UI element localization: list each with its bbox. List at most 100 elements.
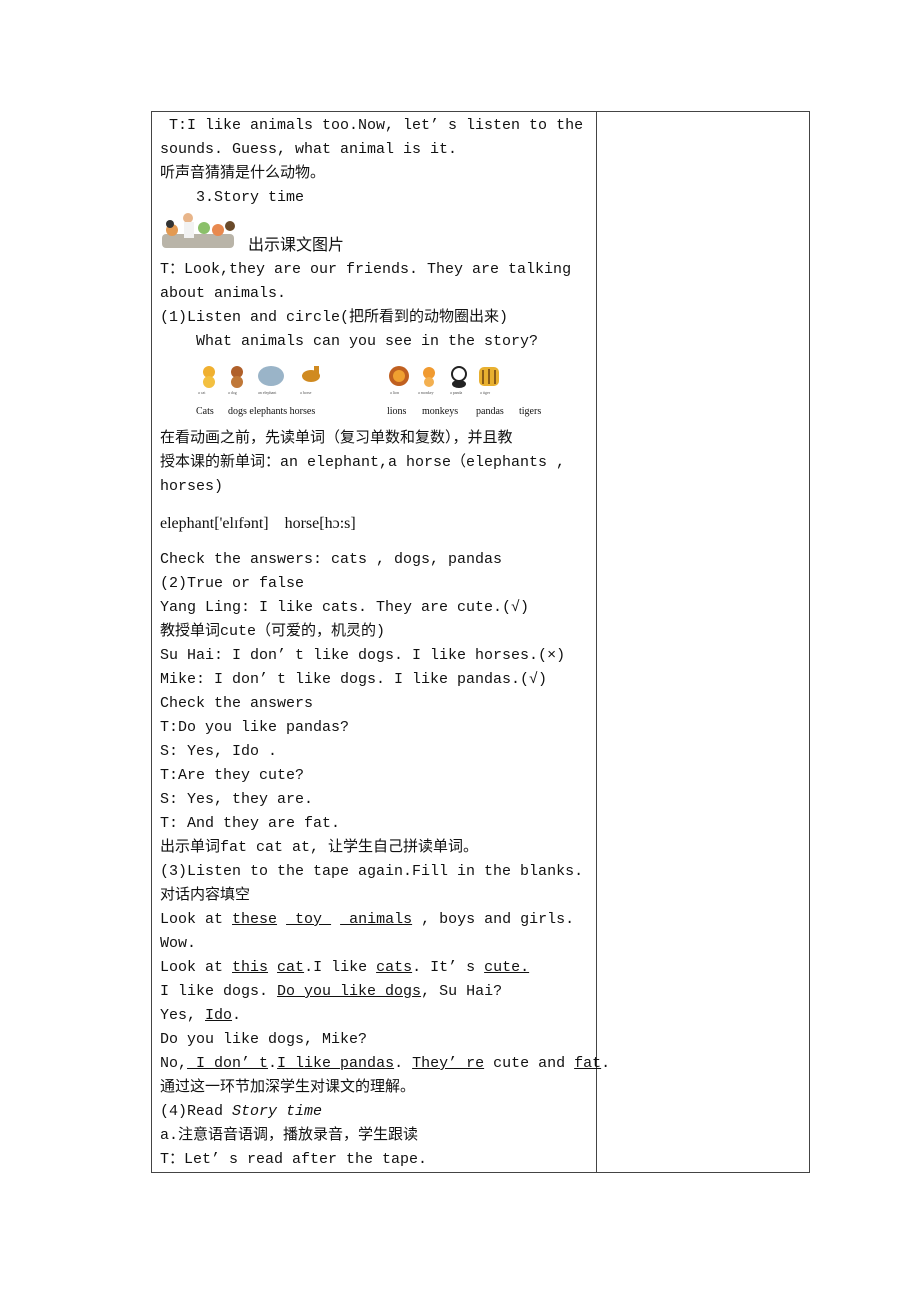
text-line: T：Look,they are our friends. They are ta… <box>160 258 592 282</box>
animal-label: pandas <box>476 406 504 417</box>
text-line: I like dogs. Do you like dogs, Su Hai? <box>160 980 592 1004</box>
text-segment: T：Let’ s read after the tape. <box>160 1151 428 1168</box>
story-picture-row: 出示课文图片 <box>160 210 592 258</box>
text-segment: Check the answers: cats , dogs, pandas <box>160 551 503 568</box>
text-segment: T: And they are fat. <box>160 815 341 832</box>
column-divider <box>596 112 597 1172</box>
text-line: 教授单词cute（可爱的，机灵的) <box>160 620 592 644</box>
text-segment: T:Are they cute? <box>160 767 305 784</box>
filled-blank: Do you like dogs <box>277 983 422 1000</box>
text-segment: (4)Read <box>160 1103 233 1120</box>
filled-blank: cat <box>277 959 305 976</box>
filled-blank: cats <box>376 959 413 976</box>
text-segment: 教授单词cute（可爱的，机灵的) <box>160 623 386 640</box>
lesson-content-cell: T:I like animals too.Now, let’ s listen … <box>160 114 610 1172</box>
text-line: S: Yes, Ido . <box>160 740 592 764</box>
text-segment: T：Look,they are our friends. They are ta… <box>160 261 572 278</box>
animal-caption: a tiger <box>480 390 491 395</box>
cat-icon <box>203 366 215 388</box>
text-line: a.注意语音语调，播放录音，学生跟读 <box>160 1124 592 1148</box>
text-segment: (1)Listen and circle(把所看到的动物圈出来) <box>160 309 509 326</box>
text-line: No, I don’ t.I like pandas. They’ re cut… <box>160 1052 610 1076</box>
text-segment: . <box>394 1055 413 1072</box>
text-line: 授本课的新单词：an elephant,a horse（elephants , <box>160 451 592 475</box>
text-line: T:I like animals too.Now, let’ s listen … <box>160 114 592 138</box>
text-segment: T:I like animals too.Now, let’ s listen … <box>160 117 584 134</box>
text-segment: 3.Story time <box>160 189 305 206</box>
text-line: 在看动画之前，先读单词（复习单数和复数），并且教 <box>160 427 592 451</box>
text-segment: 在看动画之前，先读单词（复习单数和复数），并且教 <box>160 430 513 447</box>
text-line: What animals can you see in the story? <box>160 330 592 354</box>
text-line: (1)Listen and circle(把所看到的动物圈出来) <box>160 306 592 330</box>
text-segment: 听声音猜猜是什么动物。 <box>160 165 326 182</box>
animal-caption: a cat <box>198 390 206 395</box>
text-segment: Mike: I don’ t like dogs. I like pandas.… <box>160 671 548 688</box>
text-segment: . It’ s <box>412 959 485 976</box>
animal-caption: a horse <box>300 390 312 395</box>
text-segment: , boys and girls. <box>412 911 575 928</box>
text-segment: Do you like dogs, Mike? <box>160 1031 368 1048</box>
text-segment: , Su Hai? <box>421 983 503 1000</box>
text-segment: (3)Listen to the tape again.Fill in the … <box>160 863 584 880</box>
text-segment: . <box>268 1055 278 1072</box>
text-line: Do you like dogs, Mike? <box>160 1028 592 1052</box>
animal-caption: a dog <box>228 390 237 395</box>
text-line: Yes, Ido. <box>160 1004 592 1028</box>
text-segment: Yang Ling: I like cats. They are cute.(√… <box>160 599 530 616</box>
filled-blank: toy <box>286 911 332 928</box>
horse-icon <box>302 366 320 382</box>
text-segment: No, <box>160 1055 188 1072</box>
text-segment: I like dogs. <box>160 983 278 1000</box>
filled-blank: I don’ t <box>187 1055 269 1072</box>
text-segment: 授本课的新单词：an elephant,a horse（elephants , <box>160 454 566 471</box>
text-line: Wow. <box>160 932 592 956</box>
lesson-table: T:I like animals too.Now, let’ s listen … <box>151 111 810 1173</box>
text-line: about animals. <box>160 282 592 306</box>
text-segment: a.注意语音语调，播放录音，学生跟读 <box>160 1127 419 1144</box>
text-segment: S: Yes, Ido . <box>160 743 278 760</box>
text-segment: Story time <box>232 1103 323 1120</box>
phonetics-line: elephant['elɪfənt] horse[hɔ:s] <box>160 515 356 532</box>
text-line: (4)Read Story time <box>160 1100 592 1124</box>
text-segment: about animals. <box>160 285 287 302</box>
text-line: Yang Ling: I like cats. They are cute.(√… <box>160 596 592 620</box>
filled-blank: cute. <box>484 959 530 976</box>
text-line: Check the answers: cats , dogs, pandas <box>160 548 592 572</box>
activity-lines: Check the answers: cats , dogs, pandas (2… <box>160 548 610 1172</box>
text-segment: Look at <box>160 959 233 976</box>
animal-label: monkeys <box>422 406 459 417</box>
animals-picture-row: a cat a dog an elephant a horse a lion a… <box>160 354 592 427</box>
text-line: 对话内容填空 <box>160 884 592 908</box>
text-segment: Wow. <box>160 935 197 952</box>
text-segment: cute and <box>484 1055 575 1072</box>
tiger-icon <box>479 367 499 386</box>
text-line: 出示单词fat cat at, 让学生自己拼读单词。 <box>160 836 592 860</box>
story-picture-image <box>162 213 235 248</box>
story-lines: T：Look,they are our friends. They are ta… <box>160 258 592 354</box>
intro-lines: T:I like animals too.Now, let’ s listen … <box>160 114 592 210</box>
text-segment <box>331 911 340 928</box>
text-line: T:Do you like pandas? <box>160 716 592 740</box>
text-line: 听声音猜猜是什么动物。 <box>160 162 592 186</box>
text-segment: 出示单词fat cat at, 让学生自己拼读单词。 <box>160 839 479 856</box>
text-line: 3.Story time <box>160 186 592 210</box>
filled-blank: Ido <box>205 1007 233 1024</box>
text-line: T:Are they cute? <box>160 764 592 788</box>
text-segment <box>277 911 286 928</box>
text-line: T：Let’ s read after the tape. <box>160 1148 592 1172</box>
text-segment: Su Hai: I don’ t like dogs. I like horse… <box>160 647 566 664</box>
text-line: sounds. Guess, what animal is it. <box>160 138 592 162</box>
panda-icon <box>451 366 467 388</box>
text-segment <box>268 959 277 976</box>
text-segment: Yes, <box>160 1007 206 1024</box>
text-line: Check the answers <box>160 692 592 716</box>
text-segment: Look at <box>160 911 233 928</box>
text-segment: Check the answers <box>160 695 314 712</box>
text-segment: 对话内容填空 <box>160 887 251 904</box>
filled-blank: animals <box>340 911 413 928</box>
text-segment: sounds. Guess, what animal is it. <box>160 141 458 158</box>
text-line: (3)Listen to the tape again.Fill in the … <box>160 860 592 884</box>
animal-label: tigers <box>519 406 542 417</box>
